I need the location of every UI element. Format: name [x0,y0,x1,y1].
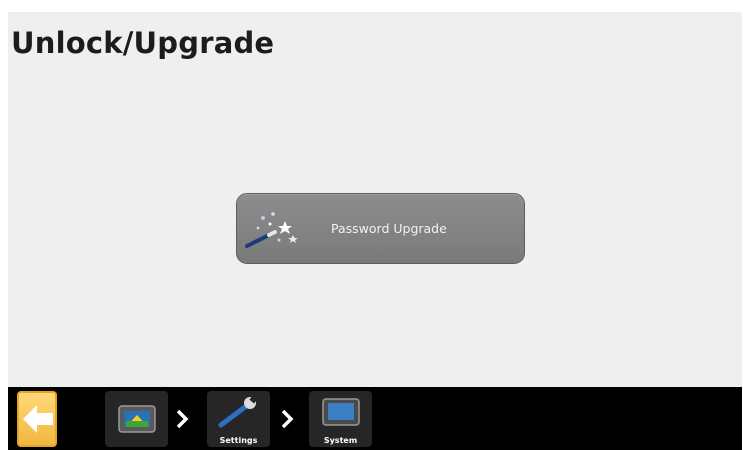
breadcrumb-settings[interactable]: Settings [207,391,270,447]
breadcrumb-label: System [323,436,358,445]
page-title: Unlock/Upgrade [11,26,275,60]
back-button[interactable] [17,391,57,447]
screen: Unlock/Upgrade Password Upgrade Settings… [8,12,742,450]
password-upgrade-label: Password Upgrade [331,221,447,236]
back-arrow-icon [23,405,53,433]
chevron-right-icon [176,409,189,429]
bottom-navigation-bar: Settings System [8,387,742,450]
display-home-icon [118,405,156,433]
wrench-icon [218,395,258,428]
magic-wand-icon [245,212,298,248]
password-upgrade-button[interactable]: Password Upgrade [236,193,525,264]
chevron-right-icon [281,409,294,429]
breadcrumb-label: Settings [219,436,258,445]
breadcrumb-home[interactable] [105,391,168,447]
breadcrumb-system[interactable]: System [309,391,372,447]
display-monitor-icon [322,398,360,426]
